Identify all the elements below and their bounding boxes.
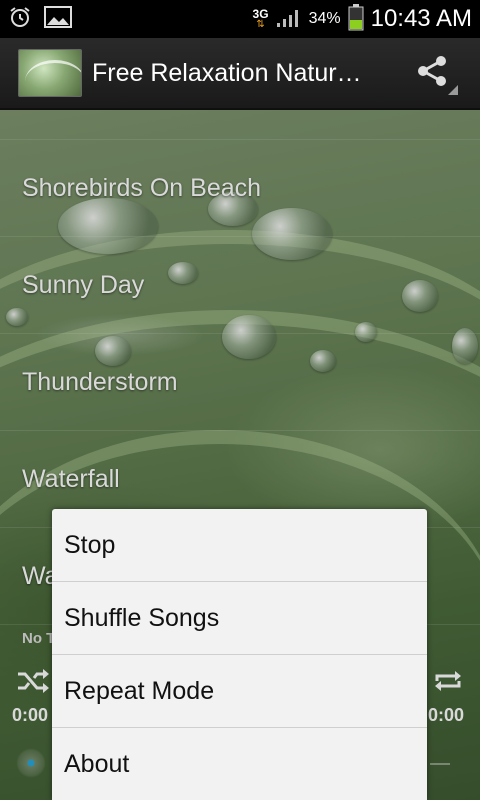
status-bar: 3G ⇅ 34% 10:43 AM xyxy=(0,0,480,38)
app-icon[interactable] xyxy=(18,49,82,97)
battery-percent: 34% xyxy=(308,10,341,27)
network-indicator: 3G ⇅ xyxy=(253,8,269,30)
image-icon xyxy=(44,6,72,32)
menu-item-about[interactable]: About xyxy=(52,728,427,800)
alarm-icon xyxy=(8,5,32,33)
menu-item-shuffle[interactable]: Shuffle Songs xyxy=(52,582,427,655)
network-arrows-icon: ⇅ xyxy=(256,19,265,30)
overflow-corner-icon xyxy=(448,85,458,95)
battery-icon xyxy=(347,3,365,35)
menu-item-repeat[interactable]: Repeat Mode xyxy=(52,655,427,728)
share-button[interactable] xyxy=(402,43,462,103)
signal-icon xyxy=(275,5,303,33)
share-icon xyxy=(414,53,450,93)
app-title: Free Relaxation Natur… xyxy=(92,58,362,87)
options-menu: Stop Shuffle Songs Repeat Mode About xyxy=(52,509,427,800)
menu-item-stop[interactable]: Stop xyxy=(52,509,427,582)
clock: 10:43 AM xyxy=(370,5,472,32)
action-bar: Free Relaxation Natur… xyxy=(0,38,480,110)
